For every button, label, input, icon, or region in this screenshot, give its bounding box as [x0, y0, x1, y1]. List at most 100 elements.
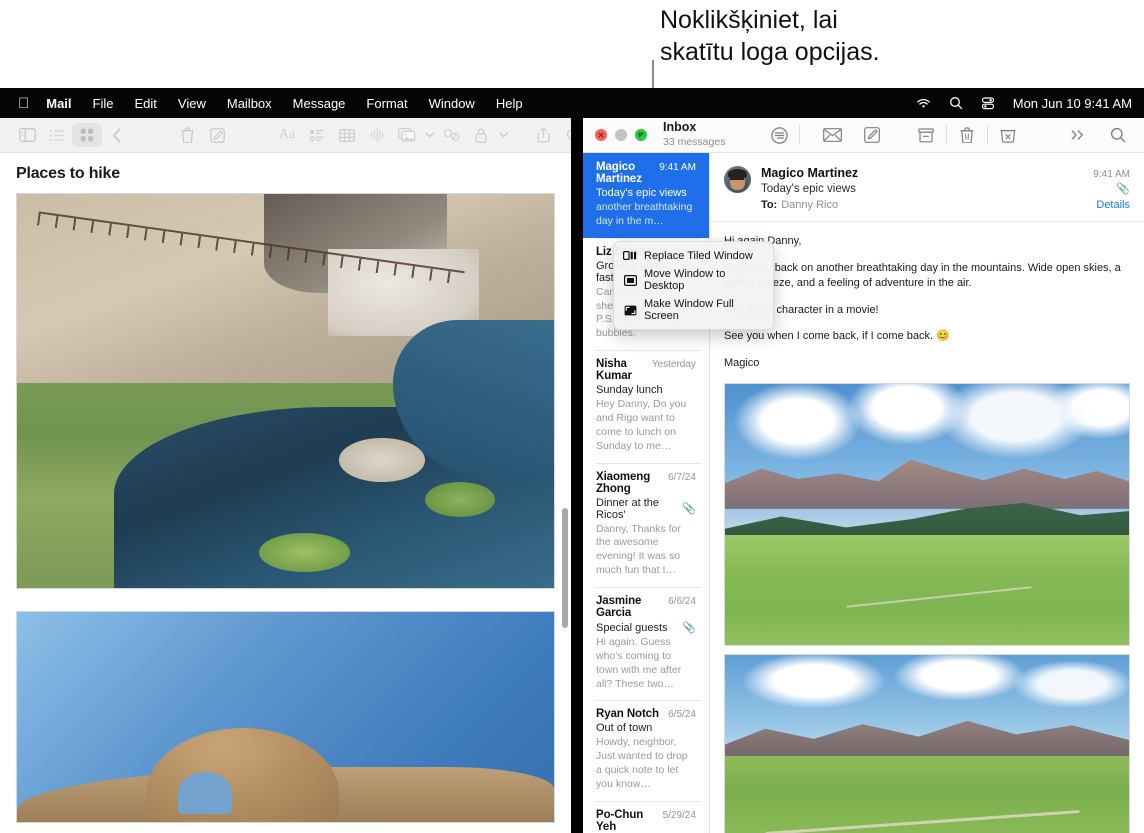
menu-item-edit[interactable]: Edit [135, 96, 157, 111]
table-row[interactable]: Jasmine Garcia 6/6/24 Special guests 📎 H… [583, 587, 709, 700]
menu-item-view[interactable]: View [178, 96, 206, 111]
mobius-arch-photo [16, 611, 555, 823]
share-icon[interactable] [528, 123, 558, 147]
alpine-trail-photo [724, 654, 1130, 833]
media-icon[interactable] [392, 123, 422, 147]
notes-toolbar: Aa [0, 118, 571, 153]
format-text-icon[interactable]: Aa [272, 123, 302, 147]
message-date: Yesterday [652, 359, 696, 370]
message-sender: Po-Chun Yeh [596, 809, 659, 833]
checklist-icon[interactable] [302, 123, 332, 147]
replace-tiled-window-icon [623, 249, 637, 262]
message-sender: Nisha Kumar [596, 358, 648, 382]
mail-window: Inbox 33 messages [583, 118, 1144, 833]
to-value: Danny Rico [781, 199, 838, 211]
desktop-screen:  Mail File Edit View Mailbox Message Fo… [0, 88, 1144, 833]
body-paragraph-1: Hi again Danny, [724, 234, 1130, 250]
menu-bar:  Mail File Edit View Mailbox Message Fo… [0, 88, 1144, 118]
delete-icon[interactable] [172, 123, 202, 147]
message-preview: Danny, Thanks for the awesome evening! I… [596, 523, 696, 578]
note-title: Places to hike [0, 153, 571, 193]
gallery-view-icon[interactable] [72, 123, 102, 147]
menu-item-label: Move Window to Desktop [644, 268, 764, 292]
menu-item-replace-tiled-window[interactable]: Replace Tiled Window [614, 246, 773, 265]
menu-item-format[interactable]: Format [366, 96, 407, 111]
mailbox-title: Inbox [663, 121, 725, 135]
menu-item-label: Make Window Full Screen [644, 298, 764, 322]
spotlight-search-icon[interactable] [949, 96, 963, 110]
control-center-icon[interactable] [981, 97, 995, 110]
table-row[interactable]: Magico Martinez 9:41 AM Today's epic vie… [583, 153, 709, 238]
window-options-menu[interactable]: Replace Tiled Window Move Window to Desk… [613, 241, 774, 330]
table-row[interactable]: Ryan Notch 6/5/24 Out of town Howdy, nei… [583, 700, 709, 800]
apple-menu-icon[interactable]:  [18, 96, 29, 111]
paperclip-icon: 📎 [682, 502, 696, 515]
compose-note-icon[interactable] [202, 123, 232, 147]
message-preview: Hey Danny, Do you and Rigo want to come … [596, 398, 696, 453]
archive-icon[interactable] [906, 122, 946, 148]
menu-item-help[interactable]: Help [496, 96, 523, 111]
message-header: Magico Martinez 9:41 AM Today's epic vie… [710, 153, 1144, 222]
message-sender: Ryan Notch [596, 708, 659, 720]
media-chevron-down-icon[interactable] [422, 123, 436, 147]
details-link[interactable]: Details [1096, 199, 1130, 211]
lock-chevron-down-icon[interactable] [496, 123, 510, 147]
table-row[interactable]: Po-Chun Yeh 5/29/24 Lunch call? Think yo… [583, 801, 709, 833]
delete-icon[interactable] [947, 122, 987, 148]
menu-item-file[interactable]: File [93, 96, 114, 111]
menu-item-message[interactable]: Message [293, 96, 346, 111]
traffic-lights [595, 129, 647, 141]
wifi-icon[interactable] [916, 98, 931, 109]
search-icon[interactable] [1098, 122, 1138, 148]
message-date: 6/7/24 [668, 472, 696, 483]
message-sender: Magico Martinez [596, 161, 655, 185]
zoom-button[interactable] [635, 129, 647, 141]
paperclip-icon: 📎 [1116, 182, 1130, 195]
menu-item-window[interactable]: Window [429, 96, 475, 111]
message-sender: Xiaomeng Zhong [596, 471, 664, 495]
body-paragraph-2: Reporting back on another breathtaking d… [724, 261, 1130, 292]
junk-icon[interactable] [988, 122, 1028, 148]
message-date: 6/5/24 [668, 709, 696, 720]
search-icon[interactable] [558, 123, 571, 147]
menu-item-move-window-to-desktop[interactable]: Move Window to Desktop [614, 265, 773, 295]
callout-line-1: Noklikšķiniet, lai [660, 4, 1100, 36]
message-subject: Dinner at the Ricos' [596, 497, 682, 521]
menu-item-mailbox[interactable]: Mailbox [227, 96, 272, 111]
message-subject: Special guests [596, 622, 668, 634]
compose-icon[interactable] [852, 122, 892, 148]
minimize-button[interactable] [615, 129, 627, 141]
message-date: 6/6/24 [668, 596, 696, 607]
table-icon[interactable] [332, 123, 362, 147]
table-row[interactable]: Nisha Kumar Yesterday Sunday lunch Hey D… [583, 350, 709, 462]
make-window-full-screen-icon [623, 304, 637, 317]
filter-icon[interactable] [759, 122, 799, 148]
notes-scrollbar[interactable] [562, 508, 568, 628]
note-content [0, 193, 571, 833]
menu-bar-clock[interactable]: Mon Jun 10 9:41 AM [1013, 96, 1132, 111]
back-icon[interactable] [102, 123, 132, 147]
reading-subject: Today's epic views [761, 183, 856, 195]
close-button[interactable] [595, 129, 607, 141]
reading-recipient: To:Danny Rico [761, 199, 838, 211]
mark-unread-icon[interactable] [812, 122, 852, 148]
lock-icon[interactable] [466, 123, 496, 147]
paperclip-icon: 📎 [682, 621, 696, 634]
message-preview: Howdy, neighbor, Just wanted to drop a q… [596, 736, 696, 791]
move-window-to-desktop-icon [623, 274, 637, 287]
table-row[interactable]: Xiaomeng Zhong 6/7/24 Dinner at the Rico… [583, 463, 709, 587]
avatar [724, 166, 751, 193]
more-chevrons-icon[interactable] [1058, 122, 1098, 148]
callout-line-2: skatītu loga opcijas. [660, 36, 1100, 68]
dolomites-meadow-photo [724, 383, 1130, 646]
list-view-icon[interactable] [42, 123, 72, 147]
menu-item-make-window-full-screen[interactable]: Make Window Full Screen [614, 295, 773, 325]
mailbox-message-count: 33 messages [663, 137, 725, 149]
menu-item-label: Replace Tiled Window [644, 250, 753, 262]
message-sender: Jasmine Garcia [596, 595, 664, 619]
sidebar-toggle-icon[interactable] [12, 123, 42, 147]
collaborate-icon[interactable] [436, 123, 466, 147]
audio-icon[interactable] [362, 123, 392, 147]
menu-item-mail[interactable]: Mail [46, 96, 71, 111]
body-paragraph-5: Magico [724, 356, 1130, 372]
